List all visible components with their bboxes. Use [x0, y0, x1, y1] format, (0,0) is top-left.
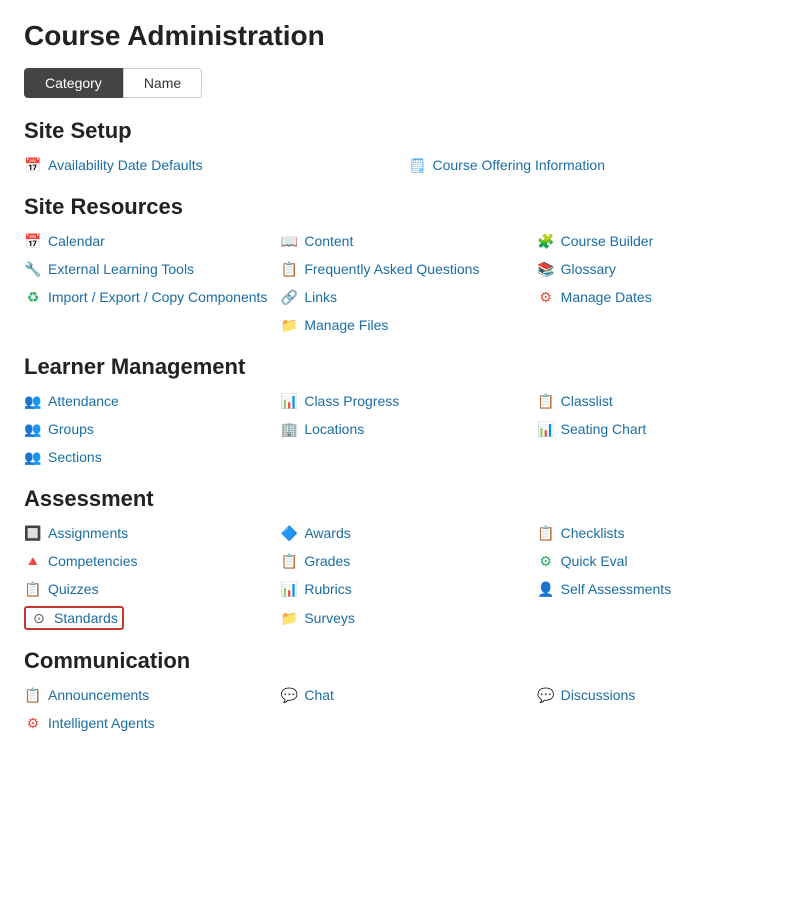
- name-toggle-btn[interactable]: Name: [123, 68, 202, 98]
- course-offering-icon: 🗒: [409, 156, 427, 174]
- link-competencies[interactable]: 🔺 Competencies: [24, 550, 268, 572]
- calendar-icon2: 📅: [24, 232, 42, 250]
- learner-management-grid: 👥 Attendance 📊 Class Progress 📋 Classlis…: [24, 390, 781, 468]
- link-seating-chart[interactable]: 📊 Seating Chart: [537, 418, 781, 440]
- site-resources-heading: Site Resources: [24, 194, 781, 220]
- tools-icon: 🔧: [24, 260, 42, 278]
- grades-icon: 📋: [280, 552, 298, 570]
- announcements-icon: 📋: [24, 686, 42, 704]
- seating-icon: 📊: [537, 420, 555, 438]
- standards-icon: ⊙: [30, 609, 48, 627]
- competencies-icon: 🔺: [24, 552, 42, 570]
- discussions-icon: 💬: [537, 686, 555, 704]
- link-sections[interactable]: 👥 Sections: [24, 446, 268, 468]
- link-awards[interactable]: 🔷 Awards: [280, 522, 524, 544]
- awards-icon: 🔷: [280, 524, 298, 542]
- link-grades[interactable]: 📋 Grades: [280, 550, 524, 572]
- link-announcements[interactable]: 📋 Announcements: [24, 684, 268, 706]
- link-course-builder[interactable]: 🧩 Course Builder: [537, 230, 781, 252]
- attendance-icon: 👥: [24, 392, 42, 410]
- link-locations[interactable]: 🏢 Locations: [280, 418, 524, 440]
- link-faq[interactable]: 📋 Frequently Asked Questions: [280, 258, 524, 280]
- link-manage-files[interactable]: 📁 Manage Files: [280, 314, 524, 336]
- progress-icon: 📊: [280, 392, 298, 410]
- rubrics-icon: 📊: [280, 580, 298, 598]
- link-import-export[interactable]: ♻ Import / Export / Copy Components: [24, 286, 268, 308]
- link-discussions[interactable]: 💬 Discussions: [537, 684, 781, 706]
- learner-management-heading: Learner Management: [24, 354, 781, 380]
- link-course-offering-info[interactable]: 🗒 Course Offering Information: [409, 154, 782, 176]
- link-rubrics[interactable]: 📊 Rubrics: [280, 578, 524, 600]
- quick-eval-icon: ⚙: [537, 552, 555, 570]
- checklists-icon: 📋: [537, 524, 555, 542]
- link-calendar[interactable]: 📅 Calendar: [24, 230, 268, 252]
- agents-icon: ⚙: [24, 714, 42, 732]
- chat-icon: 💬: [280, 686, 298, 704]
- page-title: Course Administration: [24, 20, 781, 52]
- builder-icon: 🧩: [537, 232, 555, 250]
- content-icon: 📖: [280, 232, 298, 250]
- communication-heading: Communication: [24, 648, 781, 674]
- link-standards[interactable]: ⊙ Standards: [24, 606, 124, 630]
- link-groups[interactable]: 👥 Groups: [24, 418, 268, 440]
- link-intelligent-agents[interactable]: ⚙ Intelligent Agents: [24, 712, 268, 734]
- assessment-heading: Assessment: [24, 486, 781, 512]
- calendar-icon: 📅: [24, 156, 42, 174]
- surveys-icon: 📁: [280, 609, 298, 627]
- link-self-assessments[interactable]: 👤 Self Assessments: [537, 578, 781, 600]
- link-availability-date-defaults[interactable]: 📅 Availability Date Defaults: [24, 154, 397, 176]
- site-resources-grid: 📅 Calendar 📖 Content 🧩 Course Builder 🔧 …: [24, 230, 781, 336]
- classlist-icon: 📋: [537, 392, 555, 410]
- site-setup-grid: 📅 Availability Date Defaults 🗒 Course Of…: [24, 154, 781, 176]
- link-class-progress[interactable]: 📊 Class Progress: [280, 390, 524, 412]
- link-classlist[interactable]: 📋 Classlist: [537, 390, 781, 412]
- self-assess-icon: 👤: [537, 580, 555, 598]
- files-icon: 📁: [280, 316, 298, 334]
- site-setup-heading: Site Setup: [24, 118, 781, 144]
- communication-grid: 📋 Announcements 💬 Chat 💬 Discussions ⚙ I…: [24, 684, 781, 734]
- glossary-icon: 📚: [537, 260, 555, 278]
- link-glossary[interactable]: 📚 Glossary: [537, 258, 781, 280]
- assessment-grid: 🔲 Assignments 🔷 Awards 📋 Checklists 🔺 Co…: [24, 522, 781, 630]
- link-surveys[interactable]: 📁 Surveys: [280, 606, 524, 630]
- view-toggle: Category Name: [24, 68, 781, 98]
- link-quizzes[interactable]: 📋 Quizzes: [24, 578, 268, 600]
- quizzes-icon: 📋: [24, 580, 42, 598]
- locations-icon: 🏢: [280, 420, 298, 438]
- link-attendance[interactable]: 👥 Attendance: [24, 390, 268, 412]
- manage-dates-icon: ⚙: [537, 288, 555, 306]
- groups-icon: 👥: [24, 420, 42, 438]
- faq-icon: 📋: [280, 260, 298, 278]
- link-manage-dates[interactable]: ⚙ Manage Dates: [537, 286, 781, 308]
- assignments-icon: 🔲: [24, 524, 42, 542]
- link-checklists[interactable]: 📋 Checklists: [537, 522, 781, 544]
- link-quick-eval[interactable]: ⚙ Quick Eval: [537, 550, 781, 572]
- link-content[interactable]: 📖 Content: [280, 230, 524, 252]
- sections-icon: 👥: [24, 448, 42, 466]
- links-icon: 🔗: [280, 288, 298, 306]
- link-external-learning-tools[interactable]: 🔧 External Learning Tools: [24, 258, 268, 280]
- category-toggle-btn[interactable]: Category: [24, 68, 123, 98]
- import-icon: ♻: [24, 288, 42, 306]
- link-assignments[interactable]: 🔲 Assignments: [24, 522, 268, 544]
- link-links[interactable]: 🔗 Links: [280, 286, 524, 308]
- link-chat[interactable]: 💬 Chat: [280, 684, 524, 706]
